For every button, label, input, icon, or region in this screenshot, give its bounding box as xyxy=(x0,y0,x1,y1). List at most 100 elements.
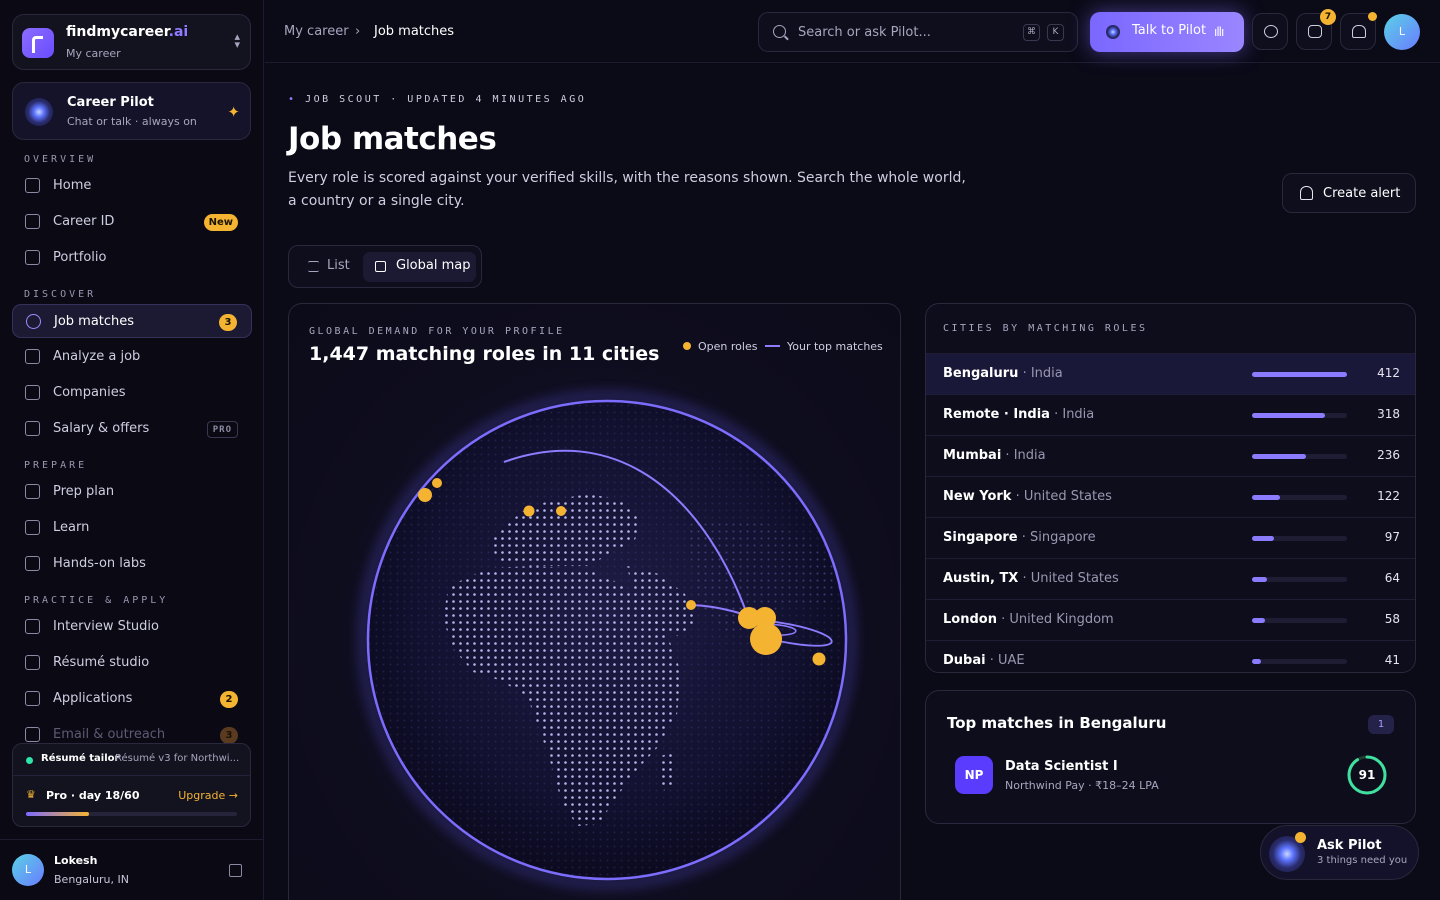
book-icon xyxy=(25,520,40,535)
match-score: 91 xyxy=(1358,768,1376,782)
sidebar-item-salary-offers[interactable]: Salary & offers PRO xyxy=(12,412,252,446)
breadcrumb-my-career[interactable]: My career xyxy=(284,24,349,39)
globe-map[interactable] xyxy=(289,304,901,900)
sidebar-badge: 3 xyxy=(220,727,238,744)
city-row[interactable]: Singapore · Singapore 97 xyxy=(926,517,1415,558)
notifications-button[interactable] xyxy=(1340,12,1377,50)
sidebar-item-label: Prep plan xyxy=(53,484,115,499)
collapse-sidebar-icon[interactable] xyxy=(229,864,242,877)
search-icon xyxy=(773,25,786,38)
sidebar-item-r-sum-studio[interactable]: Résumé studio xyxy=(12,646,252,680)
upgrade-link[interactable]: Upgrade → xyxy=(178,789,238,802)
view-list-button[interactable]: List xyxy=(296,252,360,282)
ask-pilot-subtitle: 3 things need you xyxy=(1317,855,1408,866)
marker-singapore[interactable] xyxy=(812,652,826,666)
pilot-orb-icon xyxy=(25,98,53,126)
city-count: 41 xyxy=(1384,653,1400,667)
city-row[interactable]: Remote · India · India 318 xyxy=(926,394,1415,435)
city-row[interactable]: Dubai · UAE 41 xyxy=(926,640,1415,672)
sidebar-item-interview-studio[interactable]: Interview Studio xyxy=(12,610,252,644)
breadcrumb-current: Job matches xyxy=(374,24,455,39)
avatar: L xyxy=(12,854,44,886)
create-alert-button[interactable]: Create alert xyxy=(1282,173,1416,213)
top-matches-count: 1 xyxy=(1368,715,1394,734)
city-row[interactable]: Bengaluru · India 412 xyxy=(926,353,1415,394)
marker-bengaluru[interactable] xyxy=(750,623,782,655)
view-map-button[interactable]: Global map xyxy=(363,252,476,282)
sparkle-icon: ✦ xyxy=(227,103,240,121)
status-card: Résumé tailor Résumé v3 for Northwi... ♛… xyxy=(12,743,251,827)
city-row[interactable]: London · United Kingdom 58 xyxy=(926,599,1415,640)
job-title[interactable]: Data Scientist I xyxy=(1005,759,1118,774)
header-avatar[interactable]: L xyxy=(1384,14,1420,50)
messages-button[interactable]: 7 xyxy=(1296,9,1336,50)
marker-london[interactable] xyxy=(523,505,535,517)
home-icon xyxy=(25,178,40,193)
sidebar-item-analyze-a-job[interactable]: Analyze a job xyxy=(12,340,252,374)
city-bar-fill xyxy=(1252,495,1281,500)
sidebar-section-label: PREPARE xyxy=(24,460,88,471)
city-name: Bengaluru · India xyxy=(943,366,1063,381)
sidebar-item-companies[interactable]: Companies xyxy=(12,376,252,410)
sidebar: findmycareer.ai My career ▴ ▾ Career Pilo… xyxy=(0,0,264,900)
marker-europe[interactable] xyxy=(556,506,566,516)
plan-progress xyxy=(26,812,237,816)
sidebar-item-portfolio[interactable]: Portfolio xyxy=(12,241,252,275)
marker-new-york[interactable] xyxy=(418,488,432,502)
marker-austin[interactable] xyxy=(432,478,442,488)
rupee-icon xyxy=(25,421,40,436)
city-row[interactable]: New York · United States 122 xyxy=(926,476,1415,517)
city-name: Mumbai · India xyxy=(943,448,1046,463)
city-bar-fill xyxy=(1252,372,1347,377)
page-eyebrow: • JOB SCOUT · UPDATED 4 MINUTES AGO xyxy=(288,94,587,105)
city-count: 318 xyxy=(1377,407,1400,421)
mic-icon xyxy=(25,619,40,634)
status-task: Résumé tailor xyxy=(41,753,120,764)
city-name: Singapore · Singapore xyxy=(943,530,1096,545)
job-meta: Northwind Pay · ₹18–24 LPA xyxy=(1005,779,1159,792)
list-icon xyxy=(308,261,319,272)
user-location: Bengaluru, IN xyxy=(54,873,129,886)
palette-button[interactable] xyxy=(1252,13,1288,50)
view-toggle: List Global map xyxy=(288,245,482,288)
sidebar-item-applications[interactable]: Applications 2 xyxy=(12,682,252,716)
user-profile[interactable]: L Lokesh Bengaluru, IN xyxy=(0,839,264,900)
city-name: Austin, TX · United States xyxy=(943,571,1119,586)
city-name: Dubai · UAE xyxy=(943,653,1025,668)
sidebar-item-learn[interactable]: Learn xyxy=(12,511,252,545)
crown-icon: ♛ xyxy=(26,788,36,801)
marker-dubai[interactable] xyxy=(686,600,696,610)
pilot-card-title: Career Pilot xyxy=(67,95,154,110)
mail-icon xyxy=(25,727,40,742)
brand-name: findmycareer.ai xyxy=(66,24,189,40)
city-row[interactable]: Mumbai · India 236 xyxy=(926,435,1415,476)
sidebar-item-label: Learn xyxy=(53,520,90,535)
map-icon xyxy=(375,261,386,272)
ask-pilot-button[interactable]: Ask Pilot 3 things need you xyxy=(1260,825,1419,880)
city-row[interactable]: Austin, TX · United States 64 xyxy=(926,558,1415,599)
city-bar-fill xyxy=(1252,413,1326,418)
sidebar-badge: PRO xyxy=(206,421,238,438)
city-bar-fill xyxy=(1252,577,1267,582)
company-logo: NP xyxy=(955,756,993,794)
divider xyxy=(13,775,250,776)
search-placeholder: Search or ask Pilot... xyxy=(798,25,931,40)
plan-label: Pro · day 18/60 xyxy=(46,789,140,802)
search-input[interactable]: Search or ask Pilot... ⌘ K xyxy=(758,12,1078,52)
top-matches-title: Top matches in Bengaluru xyxy=(947,714,1167,732)
sidebar-item-job-matches[interactable]: Job matches 3 xyxy=(12,304,252,338)
city-bar xyxy=(1252,577,1347,582)
sidebar-item-career-id[interactable]: Career ID New xyxy=(12,205,252,239)
city-bar xyxy=(1252,536,1347,541)
sidebar-item-hands-on-labs[interactable]: Hands-on labs xyxy=(12,547,252,581)
view-list-label: List xyxy=(327,258,350,273)
career-pilot-card[interactable]: Career Pilot Chat or talk · always on ✦ xyxy=(12,82,251,140)
sidebar-item-prep-plan[interactable]: Prep plan xyxy=(12,475,252,509)
sidebar-section-label: DISCOVER xyxy=(24,289,97,300)
workspace-switcher[interactable]: findmycareer.ai My career ▴ ▾ xyxy=(12,14,251,70)
talk-to-pilot-button[interactable]: Talk to Pilot ıllı xyxy=(1090,12,1244,52)
notification-dot xyxy=(1368,12,1377,21)
sidebar-item-label: Job matches xyxy=(54,314,135,329)
sidebar-item-label: Applications xyxy=(53,691,133,706)
sidebar-item-home[interactable]: Home xyxy=(12,169,252,203)
